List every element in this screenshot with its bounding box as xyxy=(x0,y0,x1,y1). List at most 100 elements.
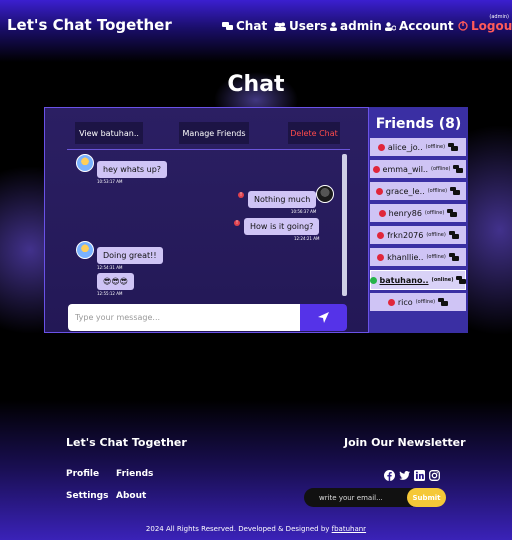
top-nav: Let's Chat Together Chat Users admin Acc… xyxy=(0,0,512,52)
offline-dot xyxy=(378,209,386,217)
friends-title: Friends (8) xyxy=(375,116,462,132)
chat-icon xyxy=(448,253,459,261)
message-list[interactable]: hey whats up? 10:53:17 AM ! Nothing much… xyxy=(67,154,350,299)
online-dot xyxy=(369,276,377,284)
offline-dot xyxy=(372,165,380,173)
nav-account-label: Account xyxy=(399,19,454,33)
page-title: Chat xyxy=(227,72,285,97)
avatar xyxy=(316,185,334,203)
friend-status: (offline) xyxy=(426,254,446,260)
friend-item[interactable]: alice_jo.. (offline) xyxy=(370,138,466,156)
role-tag: (admin) xyxy=(489,14,509,20)
friend-status: (offline) xyxy=(415,299,436,305)
friend-item[interactable]: grace_le.. (offline) xyxy=(370,182,466,200)
copyright: 2024 All Rights Reserved. Developed & De… xyxy=(0,525,512,533)
friend-item-active[interactable]: batuhano.. (online) xyxy=(369,270,467,290)
offline-dot xyxy=(375,187,383,195)
friend-item[interactable]: emma_wil.. (offline) xyxy=(370,160,466,178)
friend-item[interactable]: khanllie.. (offline) xyxy=(370,248,466,266)
chat-toolbar: View batuhan.. Manage Friends Delete Cha… xyxy=(45,122,370,144)
friend-status: (offline) xyxy=(431,166,451,172)
friend-name: alice_jo.. xyxy=(387,142,423,152)
twitter-icon[interactable] xyxy=(399,470,410,481)
chat-icon xyxy=(450,187,461,195)
chat-icon xyxy=(222,21,233,30)
message-bubble: hey whats up? xyxy=(97,161,168,178)
message-bubble: Nothing much xyxy=(248,191,317,208)
chat-icon xyxy=(438,298,449,306)
footer-brand: Let's Chat Together xyxy=(66,436,187,449)
chat-icon xyxy=(447,209,458,217)
user-icon xyxy=(330,21,337,31)
logout-icon xyxy=(458,21,468,31)
chat-divider xyxy=(67,149,350,150)
nav-logout-label: Logout xyxy=(471,19,512,33)
error-icon: ! xyxy=(234,220,240,226)
offline-dot xyxy=(387,298,395,306)
message-bubble: Doing great!! xyxy=(97,247,163,264)
message-composer xyxy=(68,304,347,331)
message-item: 😎😎😎 12:55:12 AM xyxy=(97,269,135,296)
friend-name: batuhano.. xyxy=(379,275,429,285)
chat-icon xyxy=(456,276,467,284)
nav-users[interactable]: Users xyxy=(274,19,327,33)
message-item: Nothing much 10:56:37 AM xyxy=(248,187,317,214)
friend-item[interactable]: henry86 (offline) xyxy=(370,204,466,222)
nav-chat[interactable]: Chat xyxy=(222,19,267,33)
footer-link-settings[interactable]: Settings xyxy=(66,491,108,501)
message-scrollbar[interactable] xyxy=(342,154,347,296)
nav-account[interactable]: Account xyxy=(385,19,454,33)
newsletter-title: Join Our Newsletter xyxy=(344,436,466,449)
delete-chat-button[interactable]: Delete Chat xyxy=(288,122,340,144)
newsletter-submit-button[interactable]: Submit xyxy=(407,488,446,507)
offline-dot xyxy=(377,253,385,261)
friend-status: (offline) xyxy=(425,144,446,150)
manage-friends-button[interactable]: Manage Friends xyxy=(179,122,249,144)
chat-panel: View batuhan.. Manage Friends Delete Cha… xyxy=(44,107,369,333)
offline-dot xyxy=(377,143,385,151)
avatar xyxy=(76,241,94,259)
friend-status: (offline) xyxy=(426,232,446,238)
view-profile-button[interactable]: View batuhan.. xyxy=(75,122,143,144)
offline-dot xyxy=(377,231,385,239)
footer-link-friends[interactable]: Friends xyxy=(116,469,153,479)
message-item: How is it going? 12:24:21 AM xyxy=(244,214,320,241)
friend-status: (offline) xyxy=(424,210,445,216)
chat-icon xyxy=(448,143,459,151)
instagram-icon[interactable] xyxy=(429,470,440,481)
message-input[interactable] xyxy=(68,304,300,331)
users-icon xyxy=(274,22,286,31)
brand-title[interactable]: Let's Chat Together xyxy=(7,16,172,34)
friend-name: emma_wil.. xyxy=(382,164,429,174)
friend-item[interactable]: frkn2076 (offline) xyxy=(370,226,466,244)
nav-logout[interactable]: Logout xyxy=(458,19,512,33)
friend-name: rico xyxy=(397,297,413,307)
message-time: 12:24:21 AM xyxy=(293,236,320,241)
linkedin-icon[interactable] xyxy=(414,470,425,481)
facebook-icon[interactable] xyxy=(384,470,395,481)
friend-item[interactable]: rico (offline) xyxy=(370,293,466,311)
friend-status: (offline) xyxy=(427,188,448,194)
newsletter-email-input[interactable] xyxy=(304,488,413,507)
send-icon xyxy=(318,312,329,323)
friend-name: grace_le.. xyxy=(385,186,425,196)
chat-icon xyxy=(453,165,464,173)
copyright-text: 2024 All Rights Reserved. Developed & De… xyxy=(145,525,332,533)
avatar xyxy=(76,154,94,172)
account-icon xyxy=(385,21,396,31)
nav-chat-label: Chat xyxy=(236,19,268,33)
message-time: 10:53:17 AM xyxy=(97,179,123,184)
error-icon: ! xyxy=(238,192,244,198)
message-item: hey whats up? 10:53:17 AM xyxy=(97,157,168,184)
nav-admin-label: admin xyxy=(340,19,382,33)
message-bubble: How is it going? xyxy=(244,218,320,235)
send-button[interactable] xyxy=(300,304,347,331)
friend-name: khanllie.. xyxy=(387,252,424,262)
author-link[interactable]: fbatuhanr xyxy=(332,525,366,533)
message-item: Doing great!! 12:54:31 AM xyxy=(97,243,163,270)
nav-users-label: Users xyxy=(289,19,328,33)
nav-admin[interactable]: admin xyxy=(330,19,382,33)
footer-link-profile[interactable]: Profile xyxy=(66,469,99,479)
friend-name: frkn2076 xyxy=(387,230,424,240)
footer-link-about[interactable]: About xyxy=(116,491,146,501)
